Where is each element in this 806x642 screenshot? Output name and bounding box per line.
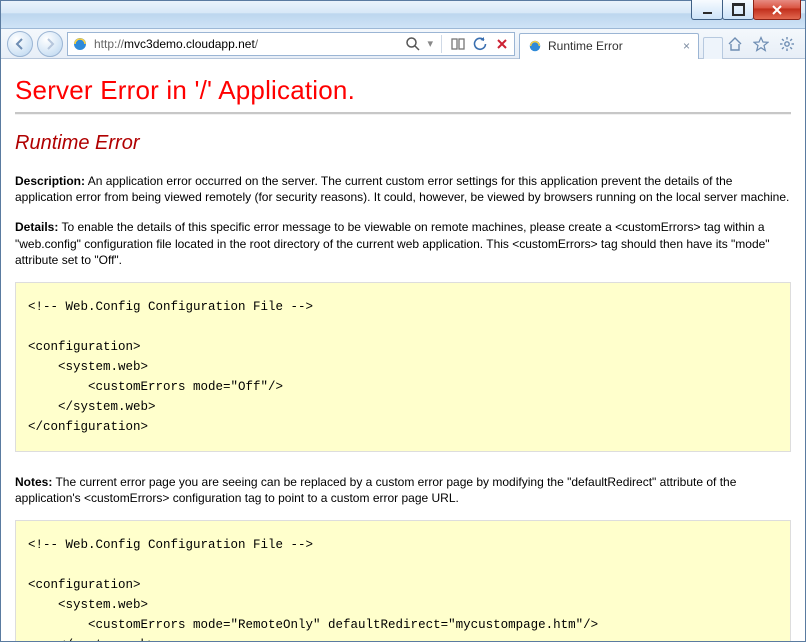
compat-view-button[interactable]	[450, 36, 466, 52]
code-text-2: <!-- Web.Config Configuration File --> <…	[28, 535, 778, 641]
arrow-right-icon	[43, 37, 57, 51]
star-icon[interactable]	[753, 36, 769, 52]
details-label: Details:	[15, 220, 58, 234]
separator	[441, 35, 442, 53]
notes-paragraph: Notes: The current error page you are se…	[15, 474, 791, 506]
url-path: /	[255, 37, 258, 51]
close-window-button[interactable]	[753, 0, 801, 20]
forward-button[interactable]	[37, 31, 63, 57]
titlebar	[1, 1, 805, 29]
stop-icon	[494, 36, 510, 52]
divider	[15, 112, 791, 114]
refresh-button[interactable]	[472, 36, 488, 52]
ie-logo-icon	[72, 36, 88, 52]
home-icon[interactable]	[727, 36, 743, 52]
ie-logo-icon	[528, 39, 542, 53]
description-label: Description:	[15, 174, 85, 188]
description-text: An application error occurred on the ser…	[15, 174, 789, 204]
command-bar	[727, 36, 799, 52]
new-tab-button[interactable]	[703, 37, 723, 59]
code-text-1: <!-- Web.Config Configuration File --> <…	[28, 297, 778, 437]
stop-button[interactable]	[494, 36, 510, 52]
notes-text: The current error page you are seeing ca…	[15, 475, 736, 505]
tab-strip: Runtime Error ×	[519, 29, 723, 59]
code-block-1: <!-- Web.Config Configuration File --> <…	[15, 282, 791, 452]
broken-page-icon	[450, 36, 466, 52]
maximize-button[interactable]	[722, 0, 754, 20]
error-heading: Runtime Error	[15, 132, 791, 155]
refresh-icon	[472, 36, 488, 52]
notes-label: Notes:	[15, 475, 52, 489]
url-prefix: http://	[94, 37, 124, 51]
navigation-bar: http://mvc3demo.cloudapp.net/ ▾	[1, 29, 805, 59]
tab-title: Runtime Error	[548, 39, 623, 53]
tab-active[interactable]: Runtime Error ×	[519, 33, 699, 59]
close-icon	[771, 4, 783, 16]
code-block-2: <!-- Web.Config Configuration File --> <…	[15, 520, 791, 641]
page-title: Server Error in '/' Application.	[15, 75, 791, 106]
details-paragraph: Details: To enable the details of this s…	[15, 219, 791, 268]
address-bar[interactable]: http://mvc3demo.cloudapp.net/ ▾	[67, 32, 515, 56]
window-controls	[692, 0, 801, 20]
url-text: http://mvc3demo.cloudapp.net/	[94, 37, 399, 51]
page-viewport[interactable]: Server Error in '/' Application. Runtime…	[1, 59, 805, 641]
search-icon	[405, 36, 421, 52]
back-button[interactable]	[7, 31, 33, 57]
search-button[interactable]	[405, 36, 421, 52]
tab-close-button[interactable]: ×	[683, 39, 690, 53]
arrow-left-icon	[13, 37, 27, 51]
gear-icon[interactable]	[779, 36, 795, 52]
error-page: Server Error in '/' Application. Runtime…	[1, 59, 805, 641]
dropdown-caret-icon[interactable]: ▾	[427, 37, 433, 50]
minimize-button[interactable]	[691, 0, 723, 20]
description-paragraph: Description: An application error occurr…	[15, 173, 791, 205]
browser-window: http://mvc3demo.cloudapp.net/ ▾	[0, 0, 806, 642]
url-host: mvc3demo.cloudapp.net	[124, 37, 255, 51]
details-text: To enable the details of this specific e…	[15, 220, 770, 266]
